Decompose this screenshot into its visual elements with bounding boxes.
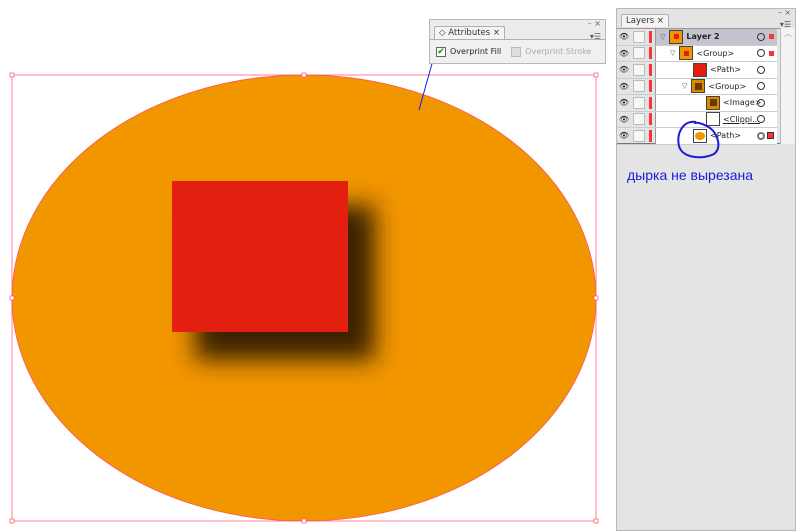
lock-toggle[interactable] [633,63,645,76]
eye-icon[interactable]: 👁 [617,62,631,78]
overprint-stroke-label: Overprint Stroke [525,47,592,56]
layer-color-bar [649,30,652,43]
attributes-panel: – × ◇ Attributes × ▾☰ ✔ Overprint Fill O… [429,19,606,64]
lock-toggle[interactable] [633,47,645,60]
lock-toggle[interactable] [633,80,645,93]
expand-triangle-icon[interactable]: ▽ [682,82,687,90]
target-icon[interactable] [757,49,765,58]
eye-icon[interactable]: 👁 [617,112,631,128]
overprint-fill-label: Overprint Fill [450,47,502,56]
layer-color-bar [649,96,652,109]
annotation-text: дырка не вырезана [627,167,754,183]
layer-row-group[interactable]: 👁 ▽ <Group> [617,45,777,62]
row-label: <Path> [710,65,741,75]
target-icon[interactable] [757,32,765,41]
eye-icon[interactable]: 👁 [617,79,631,95]
target-icon[interactable] [757,65,765,74]
selected-indicator [769,34,774,40]
red-square[interactable] [172,181,348,332]
scrollbar[interactable]: ︿ [780,28,795,144]
panel-controls[interactable]: – × [778,8,791,17]
tab-attributes[interactable]: ◇ Attributes × [434,26,506,39]
eye-icon[interactable]: 👁 [617,95,631,111]
layer-color-bar [649,113,652,126]
layer-row-path[interactable]: 👁 <Path> [617,62,777,79]
lock-toggle[interactable] [633,129,645,142]
row-label: <Group> [708,81,747,91]
row-label: <Clippi... [723,114,760,124]
layers-panel: – × Layers × ▾☰ 👁 ▽ Layer 2 👁 ▽ <Group> 👁 … [616,8,796,531]
artboard[interactable] [0,0,615,531]
eye-icon[interactable]: 👁 [617,128,631,144]
thumbnail [679,46,694,61]
target-icon[interactable] [757,82,765,91]
tab-layers[interactable]: Layers × [621,14,669,27]
thumbnail [669,29,684,44]
lock-toggle[interactable] [633,96,645,109]
thumbnail [706,95,720,110]
lock-toggle[interactable] [633,113,645,126]
layer-color-bar [649,63,652,76]
lock-toggle[interactable] [633,30,645,43]
target-icon[interactable] [757,115,765,124]
row-label: <Group> [696,48,735,58]
eye-icon[interactable]: 👁 [617,29,631,45]
layer-row-layer-2[interactable]: 👁 ▽ Layer 2 [617,29,777,46]
annotation-circle [677,120,720,159]
overprint-stroke-checkbox[interactable] [511,46,522,57]
target-icon[interactable] [757,131,765,140]
row-label: <Image> [723,98,762,108]
layer-row-image[interactable]: 👁 <Image> [617,95,777,112]
expand-triangle-icon[interactable]: ▽ [670,49,675,57]
overprint-fill-checkbox[interactable]: ✔ [436,46,446,57]
selected-indicator [769,50,774,56]
layer-color-bar [649,129,652,142]
row-label: Layer 2 [686,32,720,42]
layer-row-group[interactable]: 👁 ▽ <Group> [617,78,777,95]
layer-color-bar [649,47,652,60]
expand-triangle-icon[interactable]: ▽ [660,33,665,41]
tab-label: Attributes [448,28,491,38]
target-icon[interactable] [757,98,765,107]
panel-controls[interactable]: – × [588,19,601,28]
thumbnail [693,62,707,77]
tab-label: Layers [626,16,655,26]
selected-indicator [767,132,774,140]
thumbnail [691,79,706,94]
eye-icon[interactable]: 👁 [617,46,631,62]
layer-color-bar [649,80,652,93]
